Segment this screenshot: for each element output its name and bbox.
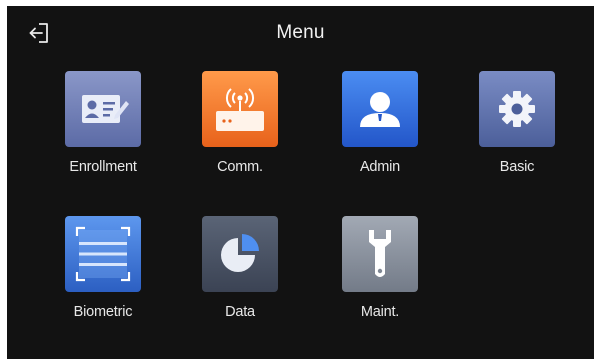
data-tile [202,216,278,292]
enrollment-tile [65,71,141,147]
menu-item-label: Comm. [217,159,263,175]
wrench-icon [342,216,418,292]
page-title: Menu [276,22,325,43]
basic-tile [479,71,555,147]
menu-item-label: Data [225,304,255,320]
biometric-tile [65,216,141,292]
router-wifi-icon [202,71,278,147]
menu-item-admin[interactable]: Admin [324,71,434,195]
menu-screen: Menu Enrollment Comm. Admin Basic Biomet… [7,6,594,359]
user-card-icon [65,71,141,147]
scan-frame-icon [65,216,141,292]
admin-tile [342,71,418,147]
header: Menu [7,6,594,54]
menu-item-label: Enrollment [69,159,137,175]
menu-item-label: Maint. [360,304,400,320]
menu-item-label: Basic [499,159,535,175]
menu-item-biometric[interactable]: Biometric [47,216,157,340]
pie-chart-icon [202,216,278,292]
maint-tile [342,216,418,292]
menu-item-basic[interactable]: Basic [461,71,571,195]
menu-item-maint[interactable]: Maint. [324,216,434,340]
admin-user-icon [342,71,418,147]
menu-item-comm[interactable]: Comm. [184,71,294,195]
menu-item-label: Admin [359,159,401,175]
gear-icon [479,71,555,147]
menu-item-label: Biometric [73,304,133,320]
comm-tile [202,71,278,147]
menu-item-enrollment[interactable]: Enrollment [47,71,157,195]
menu-item-data[interactable]: Data [184,216,294,340]
